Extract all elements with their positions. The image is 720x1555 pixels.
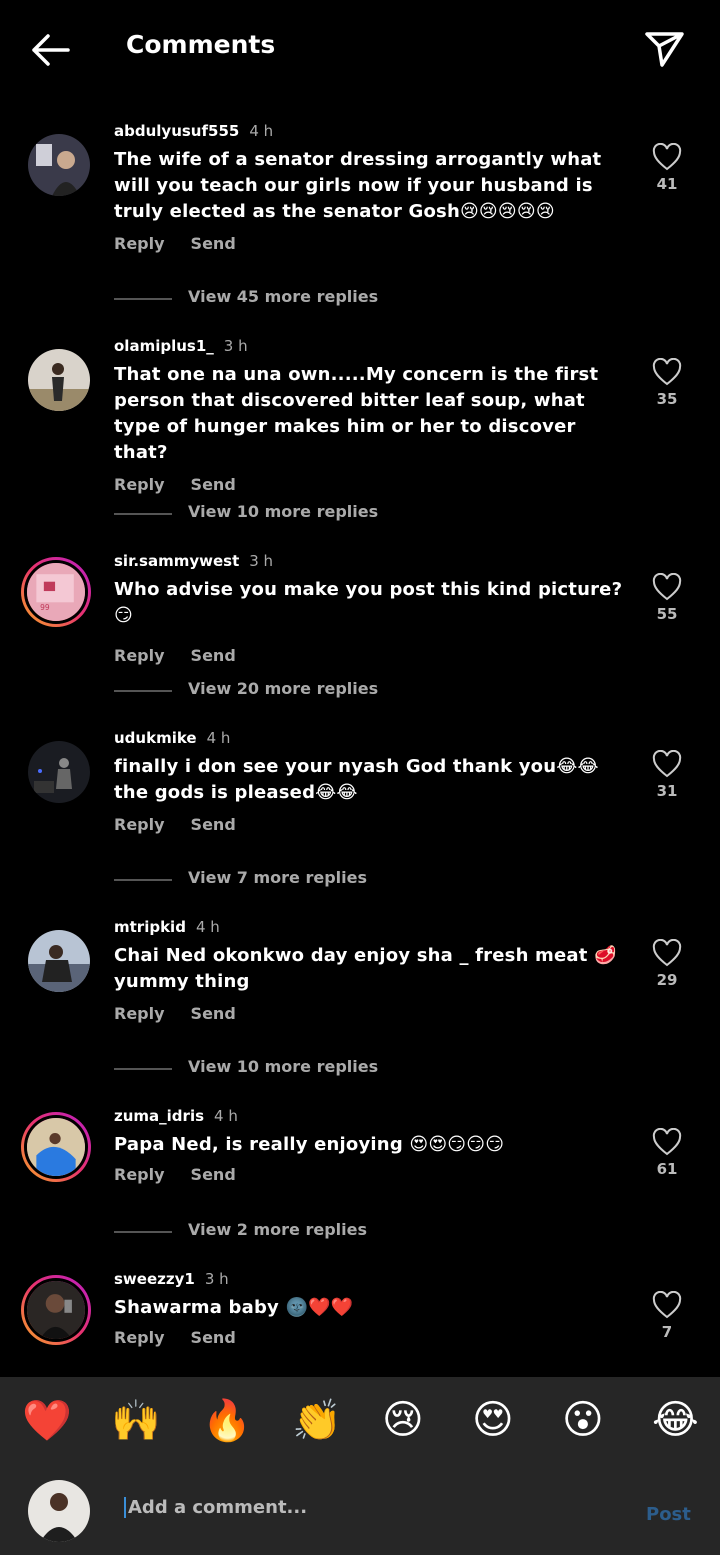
send-direct-icon[interactable] <box>642 28 686 68</box>
view-replies-button[interactable]: View 10 more replies <box>114 502 514 526</box>
comment-username[interactable]: mtripkid <box>114 918 186 936</box>
post-button[interactable]: Post <box>646 1504 691 1525</box>
comment-text: That one na una own.....My concern is th… <box>114 364 599 463</box>
view-replies-button[interactable]: View 45 more replies <box>114 287 514 311</box>
view-replies-button[interactable]: View 10 more replies <box>114 1057 514 1081</box>
heart-outline-icon[interactable] <box>652 143 682 171</box>
comment-time: 4 h <box>214 1107 238 1125</box>
heart-emoji-button[interactable]: ❤️ <box>22 1397 72 1444</box>
like-count: 29 <box>656 971 678 989</box>
like-count: 35 <box>656 390 678 408</box>
heart-eyes-emoji-button[interactable]: 😍 <box>472 1397 514 1443</box>
comment-text: The wife of a senator dressing arrogantl… <box>114 149 602 222</box>
heart-outline-icon[interactable] <box>652 358 682 386</box>
comment-username[interactable]: abdulyusuf555 <box>114 122 239 140</box>
send-button[interactable]: Send <box>191 1004 236 1023</box>
comment-text: Who advise you make you post this kind p… <box>114 579 623 626</box>
fire-emoji-button[interactable]: 🔥 <box>202 1397 252 1444</box>
avatar[interactable]: 99 <box>21 557 91 627</box>
send-button[interactable]: Send <box>191 815 236 834</box>
comment-time: 4 h <box>249 122 274 140</box>
back-arrow-icon[interactable] <box>28 30 72 70</box>
heart-outline-icon[interactable] <box>652 1291 682 1319</box>
comment-text: Shawarma baby 🌚❤️❤️ <box>114 1297 354 1318</box>
avatar[interactable] <box>28 741 90 803</box>
avatar[interactable] <box>21 1275 91 1345</box>
comment-time: 3 h <box>249 552 274 570</box>
comment-input[interactable]: Add a comment... <box>124 1497 608 1518</box>
reply-button[interactable]: Reply <box>114 646 165 665</box>
heart-outline-icon[interactable] <box>652 1128 682 1156</box>
like-count: 55 <box>656 605 678 623</box>
reply-button[interactable]: Reply <box>114 1004 165 1023</box>
send-button[interactable]: Send <box>191 646 236 665</box>
comment-username[interactable]: sir.sammywest <box>114 552 239 570</box>
comment-username[interactable]: olamiplus1_ <box>114 337 214 355</box>
view-replies-button[interactable]: View 7 more replies <box>114 868 514 892</box>
avatar[interactable] <box>28 930 90 992</box>
send-button[interactable]: Send <box>191 234 236 253</box>
reply-button[interactable]: Reply <box>114 234 165 253</box>
avatar[interactable] <box>21 1112 91 1182</box>
avatar[interactable] <box>28 134 90 196</box>
send-button[interactable]: Send <box>191 1328 236 1347</box>
avatar <box>28 1480 90 1542</box>
raised-hands-emoji-button[interactable]: 🙌 <box>111 1397 161 1444</box>
send-button[interactable]: Send <box>191 1165 236 1184</box>
reply-button[interactable]: Reply <box>114 815 165 834</box>
heart-outline-icon[interactable] <box>652 750 682 778</box>
like-count: 31 <box>656 782 678 800</box>
reply-button[interactable]: Reply <box>114 1328 165 1347</box>
comment-username[interactable]: udukmike <box>114 729 197 747</box>
page-title: Comments <box>126 30 276 59</box>
view-replies-button[interactable]: View 20 more replies <box>114 679 514 703</box>
like-count: 41 <box>656 175 678 193</box>
comment-time: 3 h <box>223 337 248 355</box>
reply-button[interactable]: Reply <box>114 475 165 494</box>
heart-outline-icon[interactable] <box>652 939 682 967</box>
comment-time: 4 h <box>195 918 220 936</box>
crying-emoji-button[interactable]: 😢 <box>382 1397 424 1443</box>
reply-button[interactable]: Reply <box>114 1165 165 1184</box>
comment-username[interactable]: sweezzy1 <box>114 1270 195 1288</box>
emoji-reaction-bar: ❤️ 🙌 🔥 👏 😢 😍 😮 😂 <box>0 1377 720 1472</box>
clapping-emoji-button[interactable]: 👏 <box>292 1397 342 1444</box>
avatar[interactable] <box>28 349 90 411</box>
laughing-emoji-button[interactable]: 😂 <box>652 1397 699 1443</box>
comment-composer: Add a comment... Post <box>0 1472 720 1555</box>
view-replies-button[interactable]: View 2 more replies <box>114 1220 514 1244</box>
surprised-emoji-button[interactable]: 😮 <box>562 1397 604 1443</box>
comment-text: Chai Ned okonkwo day enjoy sha _ fresh m… <box>114 945 617 992</box>
send-button[interactable]: Send <box>191 475 236 494</box>
header: Comments <box>0 0 720 100</box>
comment-time: 4 h <box>206 729 231 747</box>
heart-outline-icon[interactable] <box>652 573 682 601</box>
comment-text: Papa Ned, is really enjoying 😍😍😏😏😏 <box>114 1134 505 1155</box>
comment-time: 3 h <box>204 1270 229 1288</box>
like-count: 7 <box>661 1323 673 1341</box>
comment-username[interactable]: zuma_idris <box>114 1107 204 1125</box>
like-count: 61 <box>656 1160 678 1178</box>
comment-text: finally i don see your nyash God thank y… <box>114 756 599 803</box>
svg-text:99: 99 <box>40 603 50 612</box>
